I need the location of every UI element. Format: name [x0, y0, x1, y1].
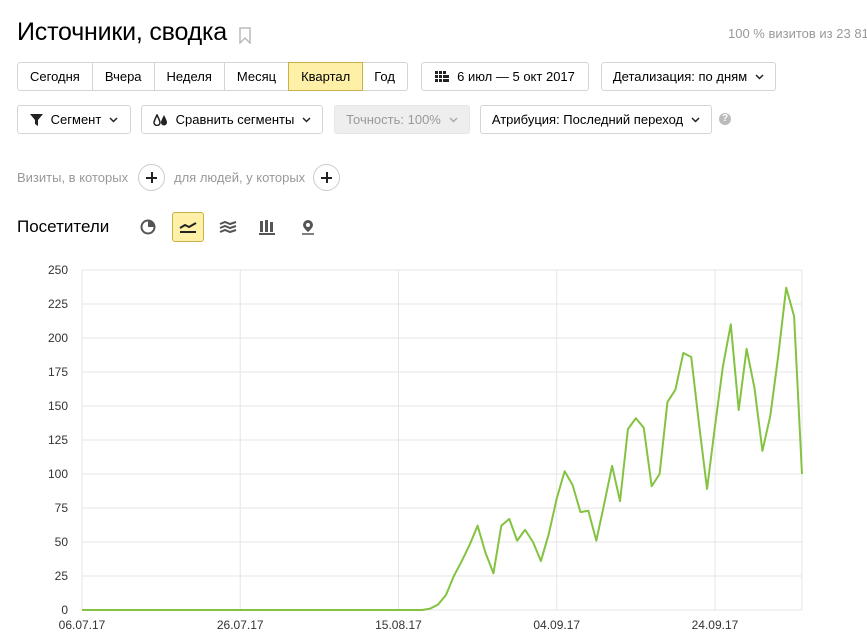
map-chart-type-button[interactable] — [292, 212, 324, 242]
period-week-button[interactable]: Неделя — [155, 63, 225, 90]
date-range-label: 6 июл — 5 окт 2017 — [457, 69, 575, 84]
period-yesterday-button[interactable]: Вчера — [93, 63, 155, 90]
y-tick-label: 125 — [48, 433, 68, 447]
y-tick-label: 250 — [48, 263, 68, 277]
y-tick-label: 0 — [61, 603, 68, 617]
compare-segments-dropdown[interactable]: Сравнить сегменты — [141, 105, 323, 134]
area-chart-type-button[interactable] — [212, 212, 244, 242]
visits-filter-label: Визиты, в которых — [17, 170, 129, 185]
page-title: Источники, сводка — [17, 18, 228, 46]
y-tick-label: 75 — [55, 501, 69, 515]
attribution-label: Атрибуция: Последний переход — [491, 112, 684, 127]
y-tick-label: 25 — [55, 569, 69, 583]
filter-icon — [29, 113, 43, 126]
y-tick-label: 200 — [48, 331, 68, 345]
detail-label: Детализация: по дням — [612, 69, 748, 84]
attribution-dropdown[interactable]: Атрибуция: Последний переход — [480, 105, 712, 134]
x-tick-label: 04.09.17 — [533, 618, 580, 632]
accuracy-dropdown[interactable]: Точность: 100% — [334, 105, 470, 134]
bookmark-icon[interactable] — [239, 27, 251, 44]
chevron-down-icon — [755, 74, 764, 80]
line-chart-type-button[interactable] — [172, 212, 204, 242]
series-line — [82, 286, 803, 611]
date-range-button[interactable]: 6 июл — 5 окт 2017 — [421, 62, 589, 91]
chevron-down-icon — [302, 117, 311, 123]
period-today-button[interactable]: Сегодня — [18, 63, 93, 90]
chevron-down-icon — [449, 117, 458, 123]
help-icon[interactable]: ? — [719, 113, 731, 125]
y-tick-label: 100 — [48, 467, 68, 481]
y-tick-label: 50 — [55, 535, 69, 549]
visits-info: 100 % визитов из 23 81 — [728, 26, 867, 41]
pie-chart-type-button[interactable] — [132, 212, 164, 242]
people-filter-label: для людей, у которых — [174, 170, 306, 185]
y-tick-label: 225 — [48, 297, 68, 311]
y-tick-label: 175 — [48, 365, 68, 379]
line-chart-icon — [179, 222, 197, 233]
add-visits-filter-button[interactable] — [138, 164, 165, 191]
area-chart-icon — [219, 220, 237, 234]
x-tick-label: 26.07.17 — [217, 618, 264, 632]
period-quarter-button[interactable]: Квартал — [288, 62, 364, 91]
chevron-down-icon — [109, 117, 118, 123]
pie-chart-icon — [140, 219, 156, 235]
x-tick-label: 06.07.17 — [59, 618, 106, 632]
chart-title: Посетители — [17, 217, 110, 236]
visitors-line-chart: 0 25 50 75 100 125 150 175 200 225 250 06.07.17 26.0… — [48, 263, 803, 632]
add-people-filter-button[interactable] — [313, 164, 340, 191]
map-icon — [302, 220, 314, 235]
bar-chart-type-button[interactable] — [251, 212, 283, 242]
detail-dropdown[interactable]: Детализация: по дням — [601, 62, 776, 91]
compare-drops-icon — [152, 113, 167, 126]
accuracy-label: Точность: 100% — [346, 112, 441, 127]
period-selector: Сегодня Вчера Неделя Месяц Квартал Год — [17, 62, 408, 91]
y-tick-label: 150 — [48, 399, 68, 413]
segment-dropdown[interactable]: Сегмент — [17, 105, 131, 134]
period-year-button[interactable]: Год — [362, 63, 407, 90]
period-month-button[interactable]: Месяц — [225, 63, 290, 90]
bar-chart-icon — [259, 220, 275, 235]
x-tick-label: 24.09.17 — [692, 618, 739, 632]
compare-segments-label: Сравнить сегменты — [175, 112, 295, 127]
segment-label: Сегмент — [50, 112, 102, 127]
chevron-down-icon — [691, 117, 700, 123]
x-tick-label: 15.08.17 — [375, 618, 422, 632]
calendar-icon — [435, 71, 450, 82]
